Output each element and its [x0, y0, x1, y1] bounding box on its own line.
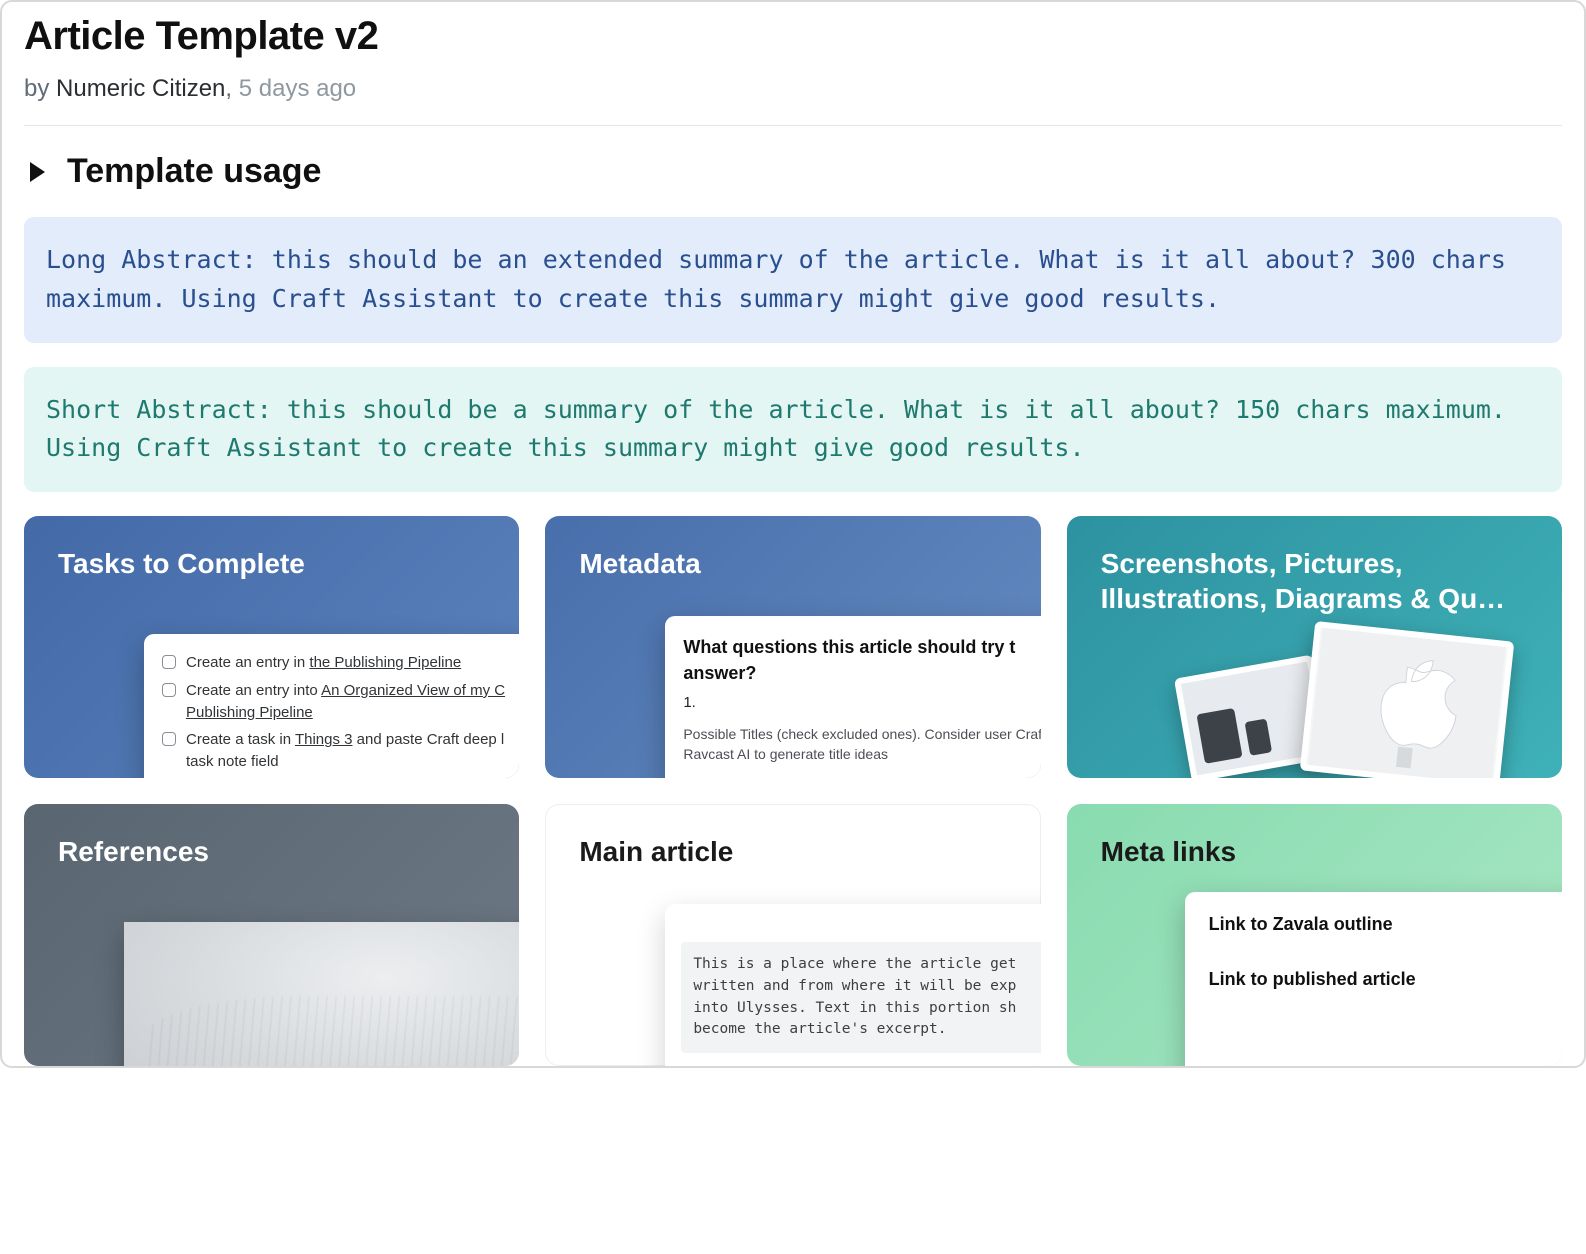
meta-link-item[interactable]: Link to published article — [1209, 969, 1562, 990]
card-preview: What questions this article should try t… — [665, 616, 1040, 778]
checkbox-icon[interactable] — [162, 683, 176, 697]
task-link[interactable]: the Publishing Pipeline — [309, 654, 461, 671]
metadata-question: What questions this article should try t… — [683, 634, 1040, 686]
task-row: Create an entry into An Organized View o… — [162, 680, 519, 724]
byline-prefix: by — [24, 75, 56, 102]
card-title: Metadata — [579, 546, 1006, 581]
card-screenshots[interactable]: Screenshots, Pictures, Illustrations, Di… — [1067, 516, 1562, 778]
task-link[interactable]: Things 3 — [295, 731, 353, 748]
card-title: Tasks to Complete — [58, 546, 485, 581]
page-title: Article Template v2 — [24, 14, 1562, 59]
card-metadata[interactable]: Metadata What questions this article sho… — [545, 516, 1040, 778]
disclosure-triangle-icon[interactable] — [30, 162, 45, 182]
byline-date: 5 days ago — [239, 75, 356, 102]
card-title: Meta links — [1101, 834, 1528, 869]
task-text: Create a task in Things 3 and paste Craf… — [186, 729, 504, 773]
task-line2: task note field — [186, 753, 279, 770]
excerpt-text: This is a place where the article get wr… — [681, 942, 1040, 1053]
short-abstract-callout[interactable]: Short Abstract: this should be a summary… — [24, 367, 1562, 493]
card-preview: Link to Zavala outline Link to published… — [1185, 892, 1562, 1066]
byline: by Numeric Citizen, 5 days ago — [24, 75, 1562, 103]
task-pre: Create an entry in — [186, 654, 309, 671]
card-tasks[interactable]: Tasks to Complete Create an entry in the… — [24, 516, 519, 778]
task-link[interactable]: An Organized View of my C — [321, 682, 505, 699]
thumbnail-stack — [1067, 516, 1562, 778]
card-title: Main article — [579, 834, 1006, 869]
task-text: Create an entry into An Organized View o… — [186, 680, 505, 724]
card-meta-links[interactable]: Meta links Link to Zavala outline Link t… — [1067, 804, 1562, 1066]
card-preview: This is a place where the article get wr… — [665, 904, 1040, 1066]
section-heading-row[interactable]: Template usage — [24, 152, 1562, 191]
card-preview — [124, 922, 519, 1066]
card-title: References — [58, 834, 485, 869]
card-references[interactable]: References — [24, 804, 519, 1066]
byline-separator: , — [225, 75, 238, 102]
section-heading: Template usage — [67, 152, 321, 191]
byline-author: Numeric Citizen — [56, 75, 225, 102]
card-main-article[interactable]: Main article This is a place where the a… — [545, 804, 1040, 1066]
task-post: and paste Craft deep l — [353, 731, 505, 748]
long-abstract-callout[interactable]: Long Abstract: this should be an extende… — [24, 217, 1562, 343]
cards-grid: Tasks to Complete Create an entry in the… — [24, 516, 1562, 1066]
divider — [24, 125, 1562, 126]
document-root: Article Template v2 by Numeric Citizen, … — [0, 0, 1586, 1068]
task-link[interactable]: Publishing Pipeline — [186, 704, 313, 721]
apple-logo-icon — [1306, 628, 1507, 778]
thumbnail-apple-logo — [1300, 621, 1515, 778]
task-pre: Create a task in — [186, 731, 295, 748]
task-row: Create an entry in the Publishing Pipeli… — [162, 652, 519, 674]
meta-link-item[interactable]: Link to Zavala outline — [1209, 914, 1562, 935]
metadata-ordinal: 1. — [683, 692, 1040, 714]
book-pages-image — [124, 922, 519, 1066]
checkbox-icon[interactable] — [162, 655, 176, 669]
checkbox-icon[interactable] — [162, 732, 176, 746]
task-pre: Create an entry into — [186, 682, 321, 699]
task-row: Create a task in Things 3 and paste Craf… — [162, 729, 519, 773]
metadata-note: Possible Titles (check excluded ones). C… — [683, 724, 1040, 765]
card-preview: Create an entry in the Publishing Pipeli… — [144, 634, 519, 778]
task-text: Create an entry in the Publishing Pipeli… — [186, 652, 461, 674]
